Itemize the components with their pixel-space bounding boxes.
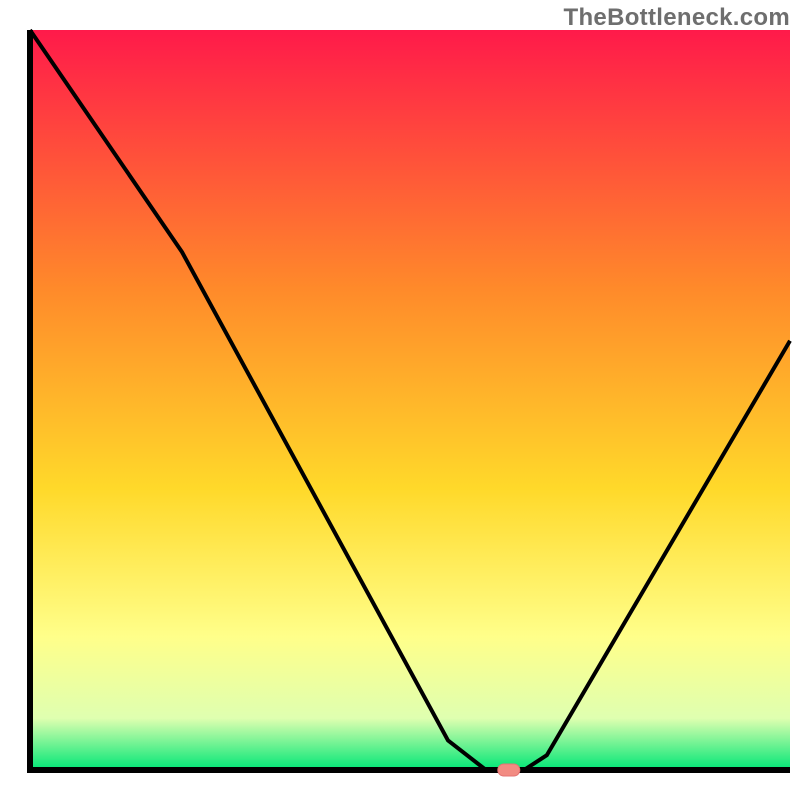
plot-background	[30, 30, 790, 770]
optimal-marker	[498, 764, 520, 776]
chart-container: TheBottleneck.com	[0, 0, 800, 800]
bottleneck-chart	[0, 0, 800, 800]
watermark-text: TheBottleneck.com	[564, 4, 790, 32]
